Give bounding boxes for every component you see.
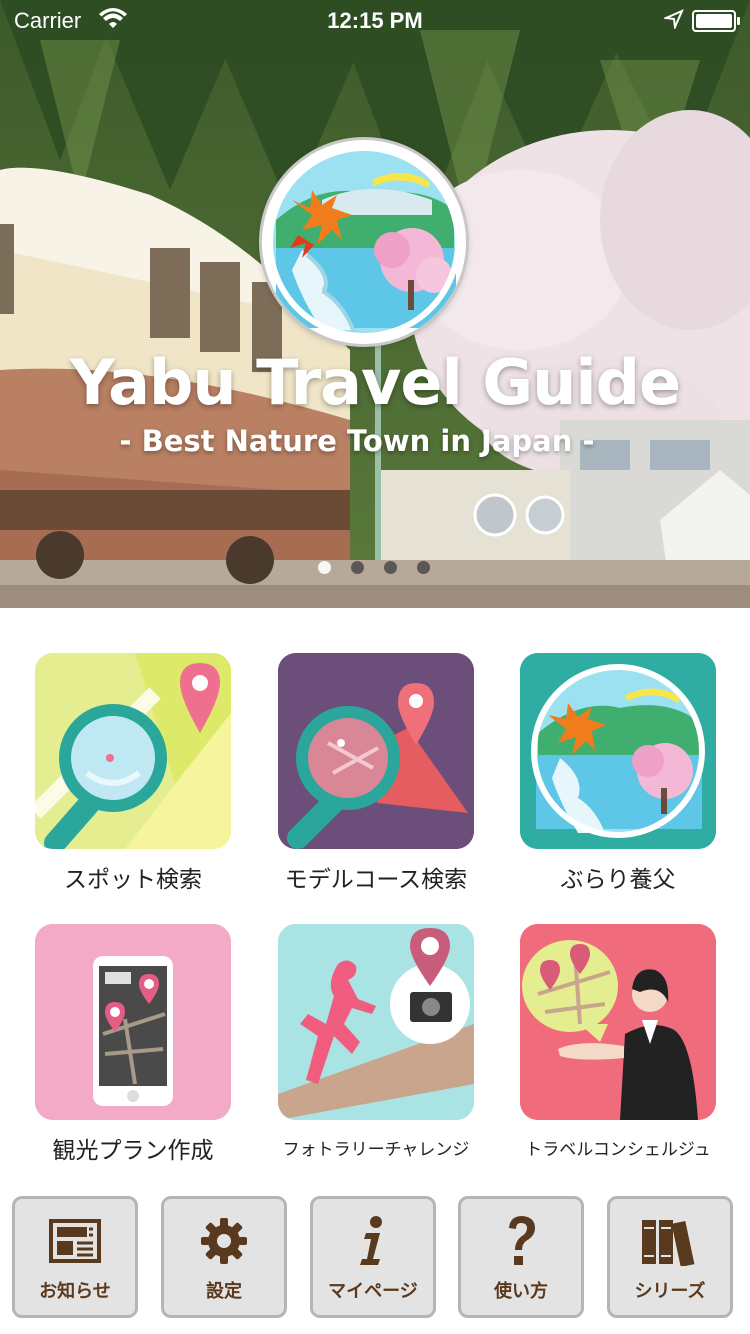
series-label: シリーズ: [634, 1281, 706, 1302]
travel-concierge-icon: [520, 924, 716, 1120]
mypage-label: マイページ: [328, 1281, 418, 1302]
page-dot[interactable]: [351, 561, 364, 574]
travel-concierge-label: トラベルコンシェルジュ: [525, 1140, 711, 1160]
location-arrow-icon: [662, 9, 684, 35]
news-icon: [15, 1211, 135, 1271]
photo-rally-icon: [278, 924, 474, 1120]
mypage-button[interactable]: マイページ: [310, 1196, 436, 1318]
plan-creation-button[interactable]: [35, 924, 231, 1120]
model-course-search-button[interactable]: [278, 653, 474, 849]
page-dot[interactable]: [417, 561, 430, 574]
status-bar: Carrier 12:15 PM: [0, 0, 750, 40]
plan-creation-icon: [35, 924, 231, 1120]
info-icon: [313, 1211, 433, 1271]
photo-rally-label: フォトラリーチャレンジ: [282, 1140, 470, 1160]
model-course-search-icon: [278, 653, 474, 849]
plan-creation-label: 観光プラン作成: [52, 1138, 214, 1164]
clock: 12:15 PM: [327, 8, 423, 33]
how-to-use-button[interactable]: 使い方: [458, 1196, 584, 1318]
settings-label: 設定: [206, 1281, 242, 1302]
news-button[interactable]: お知らせ: [12, 1196, 138, 1318]
page-indicator[interactable]: [318, 561, 430, 574]
page-dot[interactable]: [384, 561, 397, 574]
settings-button[interactable]: 設定: [161, 1196, 287, 1318]
page-dot[interactable]: [318, 561, 331, 574]
photo-rally-button[interactable]: [278, 924, 474, 1120]
travel-concierge-button[interactable]: [520, 924, 716, 1120]
app-logo: [262, 140, 466, 344]
burari-yabu-icon: [520, 653, 716, 849]
news-label: お知らせ: [39, 1281, 111, 1302]
series-button[interactable]: シリーズ: [607, 1196, 733, 1318]
spot-search-icon: [35, 653, 231, 849]
hero-subtitle: - Best Nature Town in Japan -: [119, 424, 595, 458]
model-course-search-label: モデルコース検索: [284, 867, 468, 893]
hero-title: Yabu Travel Guide: [69, 346, 681, 419]
books-icon: [610, 1211, 730, 1271]
burari-yabu-button[interactable]: [520, 653, 716, 849]
spot-search-label: スポット検索: [64, 867, 202, 893]
hero-banner[interactable]: Carrier 12:15 PM Yabu Travel Guide - Bes…: [0, 0, 750, 608]
how-to-use-label: 使い方: [494, 1281, 548, 1302]
gear-icon: [164, 1211, 284, 1271]
battery-icon: [692, 10, 740, 32]
burari-yabu-label: ぶらり養父: [560, 867, 676, 893]
help-icon: [461, 1211, 581, 1271]
spot-search-button[interactable]: [35, 653, 231, 849]
